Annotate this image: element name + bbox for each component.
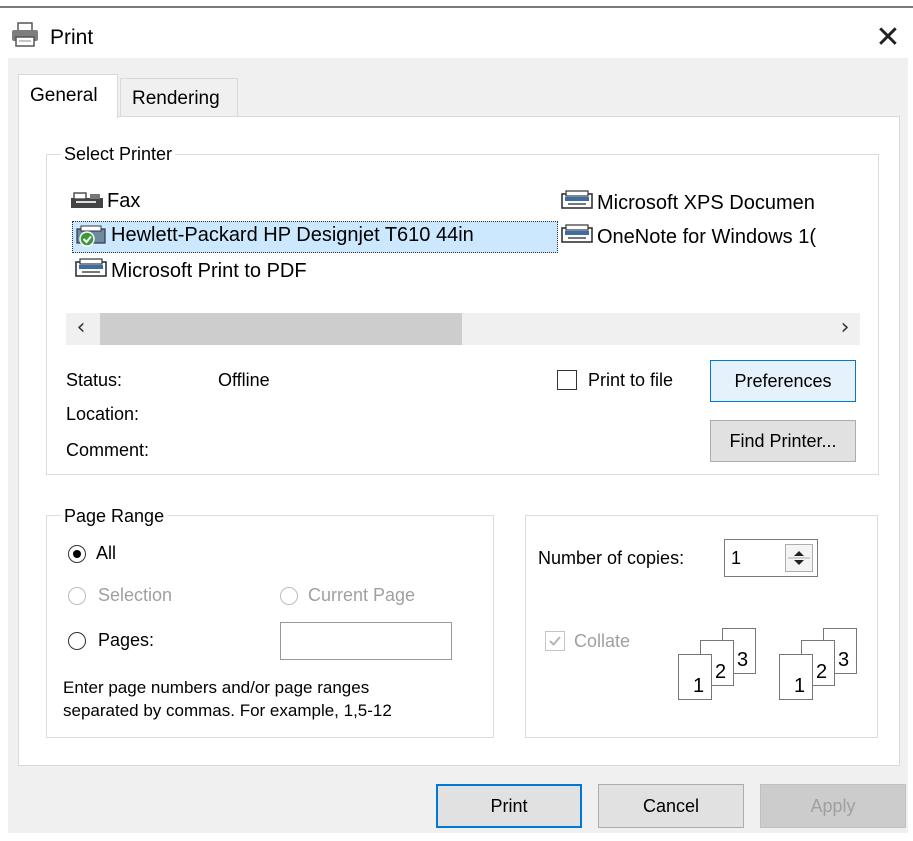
sheet-number: 3: [838, 649, 850, 671]
find-printer-button[interactable]: Find Printer...: [710, 420, 856, 462]
sheet-1: 1: [779, 654, 813, 700]
printer-icon: [74, 258, 108, 286]
selection-radio-label: Selection: [98, 585, 173, 605]
printer-icon: [560, 224, 594, 252]
radio-selected-dot: [73, 550, 81, 558]
tab-general-label: General: [30, 85, 98, 106]
tab-rendering-label: Rendering: [132, 88, 220, 109]
printer-item-hp-designjet[interactable]: Hewlett-Packard HP Designjet T610 44in: [72, 221, 558, 253]
collate-label: Collate: [574, 631, 631, 651]
preferences-button[interactable]: Preferences: [710, 360, 856, 402]
scroll-right-arrow-icon[interactable]: ›: [830, 313, 860, 345]
page-range-hint-line1: Enter page numbers and/or page ranges: [63, 678, 370, 697]
page-range-hint-line2: separated by commas. For example, 1,5-12: [63, 701, 392, 720]
status-label: Status:: [66, 370, 123, 390]
selection-radio[interactable]: [68, 587, 86, 605]
current-page-radio[interactable]: [280, 587, 298, 605]
all-radio-label: All: [96, 543, 117, 563]
sheet-1: 1: [678, 654, 712, 700]
cancel-button[interactable]: Cancel: [598, 784, 744, 828]
pages-input[interactable]: [280, 622, 452, 660]
sheet-number: 3: [737, 649, 749, 671]
printer-name: Hewlett-Packard HP Designjet T610 44in: [111, 224, 474, 246]
pages-radio-label: Pages:: [98, 630, 155, 650]
print-to-file-checkbox[interactable]: [557, 370, 577, 390]
print-to-file-label: Print to file: [588, 370, 674, 390]
all-radio[interactable]: [68, 545, 86, 563]
printer-item-microsoft-xps[interactable]: Microsoft XPS Documen: [560, 190, 860, 218]
page-range-legend: Page Range: [61, 506, 168, 527]
copies-value[interactable]: 1: [731, 548, 741, 569]
printer-icon: [10, 22, 40, 53]
scroll-left-arrow-icon[interactable]: ‹: [66, 313, 96, 345]
close-icon[interactable]: ✕: [872, 22, 904, 54]
sheet-number: 2: [816, 661, 828, 683]
printer-item-microsoft-print-to-pdf[interactable]: Microsoft Print to PDF: [74, 258, 307, 286]
printer-list-scrollbar[interactable]: ‹ ›: [66, 313, 860, 345]
print-button[interactable]: Print: [436, 784, 582, 828]
printer-icon: [560, 190, 594, 218]
tab-rendering[interactable]: Rendering: [120, 78, 238, 117]
tab-general[interactable]: General: [18, 74, 118, 118]
sheet-number: 2: [715, 661, 727, 683]
window-title: Print: [50, 26, 94, 49]
scrollbar-thumb[interactable]: [100, 313, 462, 345]
checkmark-icon: [549, 636, 561, 646]
print-dialog: Print ✕ General Rendering Select Printer…: [0, 0, 913, 841]
printer-name: Microsoft XPS Documen: [597, 192, 815, 214]
printer-name: Fax: [107, 190, 141, 212]
location-label: Location:: [66, 404, 140, 424]
collate-illustration-icon: 3 2 1: [779, 628, 861, 704]
collate-illustration-icon: 3 2 1: [678, 628, 760, 704]
sheet-number: 1: [693, 675, 705, 697]
printer-default-icon: [74, 225, 108, 255]
title-bar[interactable]: Print ✕: [0, 8, 913, 56]
number-of-copies-label: Number of copies:: [538, 548, 685, 568]
spinner-arrows-icon[interactable]: [786, 545, 812, 571]
printer-item-fax[interactable]: Fax: [70, 190, 140, 216]
fax-icon: [70, 192, 104, 216]
printer-name: OneNote for Windows 1(: [597, 226, 816, 248]
copies-spinbox[interactable]: 1: [724, 539, 818, 577]
apply-button[interactable]: Apply: [760, 784, 906, 828]
copies-spinner-buttons[interactable]: [785, 544, 813, 572]
pages-radio[interactable]: [68, 632, 86, 650]
printer-name: Microsoft Print to PDF: [111, 260, 307, 282]
comment-label: Comment:: [66, 440, 150, 460]
select-printer-legend: Select Printer: [61, 144, 176, 165]
printer-item-onenote[interactable]: OneNote for Windows 1(: [560, 224, 860, 252]
status-value: Offline: [218, 370, 270, 390]
current-page-radio-label: Current Page: [308, 585, 416, 605]
collate-checkbox[interactable]: [545, 631, 565, 651]
sheet-number: 1: [794, 675, 806, 697]
